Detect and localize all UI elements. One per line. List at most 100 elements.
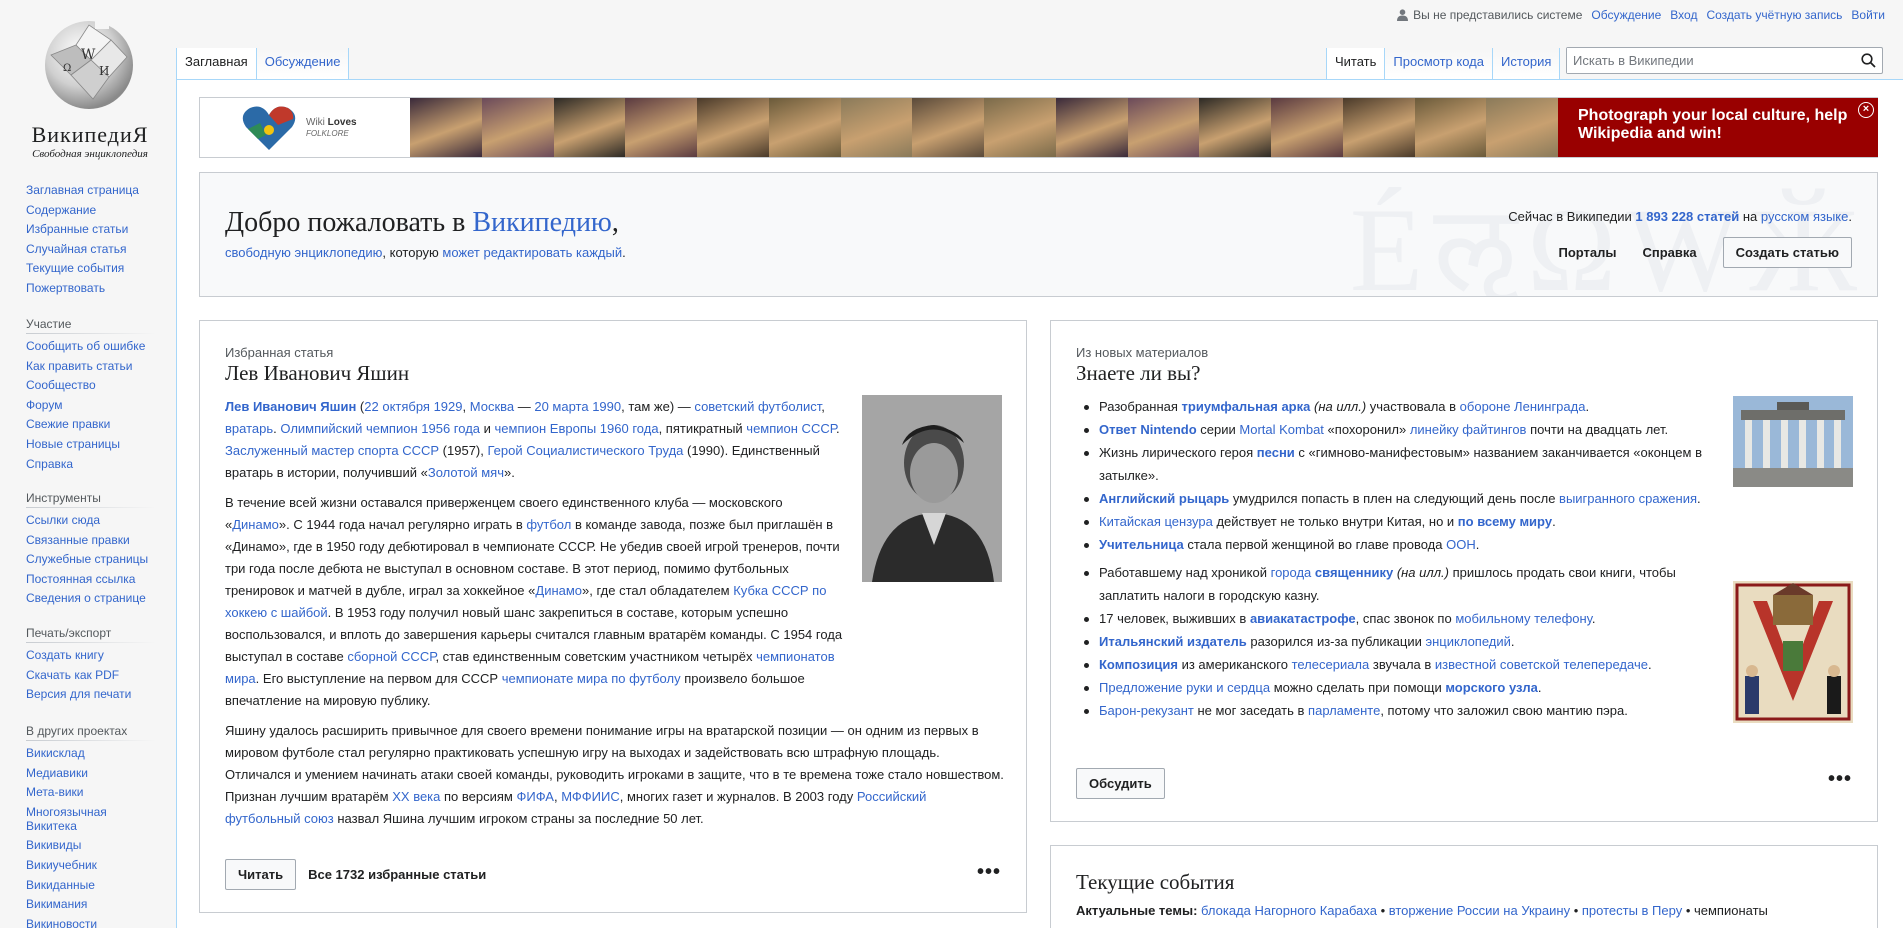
english-knight-link[interactable]: Английский рыцарь [1099,491,1229,506]
priest-link[interactable]: священнику [1315,565,1393,580]
dynamo-link[interactable]: Динамо [232,517,279,532]
dynamo-hockey-link[interactable]: Динамо [535,583,582,598]
nintendo-link[interactable]: Ответ Nintendo [1099,422,1197,437]
free-encyclopedia-link[interactable]: свободную энциклопедию [225,245,382,260]
sidebar-item-printable[interactable]: Версия для печати [26,687,156,701]
portals-link[interactable]: Порталы [1558,245,1616,260]
sidebar-item-permalink[interactable]: Постоянная ссылка [26,572,156,586]
help-link[interactable]: Справка [1643,245,1697,260]
olympic-champion-link[interactable]: Олимпийский чемпион 1956 года [280,421,480,436]
sidebar-item-wikibooks[interactable]: Викиучебник [26,858,156,872]
italian-publisher-link[interactable]: Итальянский издатель [1099,634,1247,649]
tv-series-link[interactable]: телесериала [1292,657,1370,672]
tab-history[interactable]: История [1492,48,1561,79]
worldwide-link[interactable]: по всему миру [1458,514,1552,529]
sidebar-item-featured[interactable]: Избранные статьи [26,222,156,236]
sidebar-item-help[interactable]: Справка [26,457,156,471]
soviet-tv-link[interactable]: известной советской телепередаче [1435,657,1648,672]
sidebar-item-community[interactable]: Сообщество [26,378,156,392]
anyone-can-edit-link[interactable]: может редактировать каждый [442,245,622,260]
sidebar-item-how-to-edit[interactable]: Как править статьи [26,359,156,373]
read-button[interactable]: Читать [225,859,297,890]
wikipedia-link[interactable]: Википедию [472,207,611,238]
leningrad-defense-link[interactable]: обороне Ленинграда [1460,399,1586,414]
triumphal-arch-link[interactable]: триумфальная арка [1182,399,1311,414]
tab-view-source[interactable]: Просмотр кода [1385,48,1493,79]
goalkeeper-link[interactable]: вратарь [225,421,273,436]
login-link[interactable]: Вход [1670,8,1697,22]
sidebar-item-current-events[interactable]: Текущие события [26,261,156,275]
sidebar-item-wikinews[interactable]: Викиновости [26,917,156,928]
signin-link[interactable]: Войти [1851,8,1885,22]
triumphal-arch-image[interactable] [1733,396,1853,487]
iffhs-link[interactable]: МФФИИС [561,789,620,804]
euro-champion-link[interactable]: чемпион Европы 1960 года [495,421,659,436]
plane-crash-link[interactable]: авиакатастрофе [1250,611,1356,626]
sidebar-item-page-info[interactable]: Сведения о странице [26,591,156,605]
sidebar-item-report-error[interactable]: Сообщить об ошибке [26,339,156,353]
sidebar-item-create-book[interactable]: Создать книгу [26,648,156,662]
moscow-link[interactable]: Москва [470,399,514,414]
parliament-link[interactable]: парламенте [1308,703,1380,718]
topic-peru-link[interactable]: протесты в Перу [1582,903,1682,918]
sidebar-item-related-changes[interactable]: Связанные правки [26,533,156,547]
search-input[interactable] [1567,48,1847,73]
sidebar-item-forum[interactable]: Форум [26,398,156,412]
sidebar-item-wikidata[interactable]: Викиданные [26,878,156,892]
master-of-sport-link[interactable]: Заслуженный мастер спорта СССР [225,443,439,458]
sidebar-item-what-links-here[interactable]: Ссылки сюда [26,513,156,527]
world-cup-link[interactable]: чемпионате мира по футболу [502,671,681,686]
chinese-censorship-link[interactable]: Китайская цензура [1099,514,1213,529]
sidebar-item-wikimania[interactable]: Викимания [26,897,156,911]
sidebar-item-recent-changes[interactable]: Свежие правки [26,417,156,431]
un-link[interactable]: ООН [1446,537,1476,552]
topic-ukraine-link[interactable]: вторжение России на Украину [1389,903,1570,918]
football-link[interactable]: футбол [526,517,571,532]
xx-century-link[interactable]: XX века [392,789,440,804]
more-options-icon[interactable]: ••• [977,861,1001,884]
wiki-loves-folklore-banner[interactable]: Wiki Loves FOLKLORE Photograph your local… [199,97,1878,158]
banner-cta[interactable]: Photograph your local culture, help Wiki… [1558,98,1878,157]
yashin-link[interactable]: Лев Иванович Яшин [225,399,356,414]
baron-link[interactable]: Барон-рекузант [1099,703,1194,718]
close-icon[interactable]: × [1858,102,1874,118]
hero-labour-link[interactable]: Герой Социалистического Труда [487,443,683,458]
tab-main[interactable]: Заглавная [176,48,257,79]
tab-discussion[interactable]: Обсуждение [256,48,350,79]
teacher-link[interactable]: Учительница [1099,537,1184,552]
more-options-icon[interactable]: ••• [1828,768,1852,791]
sea-knot-link[interactable]: морского узла [1445,680,1537,695]
wikipedia-logo[interactable]: W И Ω ВикипедиЯ Свободная энциклопедия [20,10,160,160]
ussr-champion-link[interactable]: чемпион СССР [746,421,836,436]
create-article-button[interactable]: Создать статью [1722,237,1852,268]
create-account-link[interactable]: Создать учётную запись [1706,8,1842,22]
sidebar-item-meta[interactable]: Мета-вики [26,785,156,799]
tab-read[interactable]: Читать [1326,48,1386,79]
composition-link[interactable]: Композиция [1099,657,1178,672]
chronicle-illustration-image[interactable] [1733,581,1853,723]
talk-link[interactable]: Обсуждение [1591,8,1661,22]
russian-language-link[interactable]: русском языке [1761,209,1848,224]
fighting-games-link[interactable]: линейку файтингов [1410,422,1527,437]
mortal-kombat-link[interactable]: Mortal Kombat [1239,422,1324,437]
topic-karabakh-link[interactable]: блокада Нагорного Карабаха [1201,903,1377,918]
proposal-link[interactable]: Предложение руки и сердца [1099,680,1270,695]
birth-date-link[interactable]: 22 октября 1929 [364,399,462,414]
all-featured-link[interactable]: Все 1732 избранные статьи [308,867,486,882]
sidebar-item-random[interactable]: Случайная статья [26,242,156,256]
song-link[interactable]: песни [1257,445,1295,460]
won-battle-link[interactable]: выигранного сражения [1559,491,1697,506]
fifa-link[interactable]: ФИФА [516,789,554,804]
sidebar-item-new-pages[interactable]: Новые страницы [26,437,156,451]
city-link[interactable]: города [1271,565,1312,580]
sidebar-item-main-page[interactable]: Заглавная страница [26,183,156,197]
sidebar-item-download-pdf[interactable]: Скачать как PDF [26,668,156,682]
sidebar-item-mediawiki[interactable]: Медиавики [26,766,156,780]
sidebar-item-donate[interactable]: Пожертвовать [26,281,156,295]
soviet-link[interactable]: советский футболист [694,399,821,414]
sidebar-item-wikispecies[interactable]: Викивиды [26,838,156,852]
discuss-button[interactable]: Обсудить [1076,768,1165,799]
sidebar-item-commons[interactable]: Викисклад [26,746,156,760]
encyclopedias-link[interactable]: энциклопедий [1425,634,1510,649]
sidebar-item-contents[interactable]: Содержание [26,203,156,217]
